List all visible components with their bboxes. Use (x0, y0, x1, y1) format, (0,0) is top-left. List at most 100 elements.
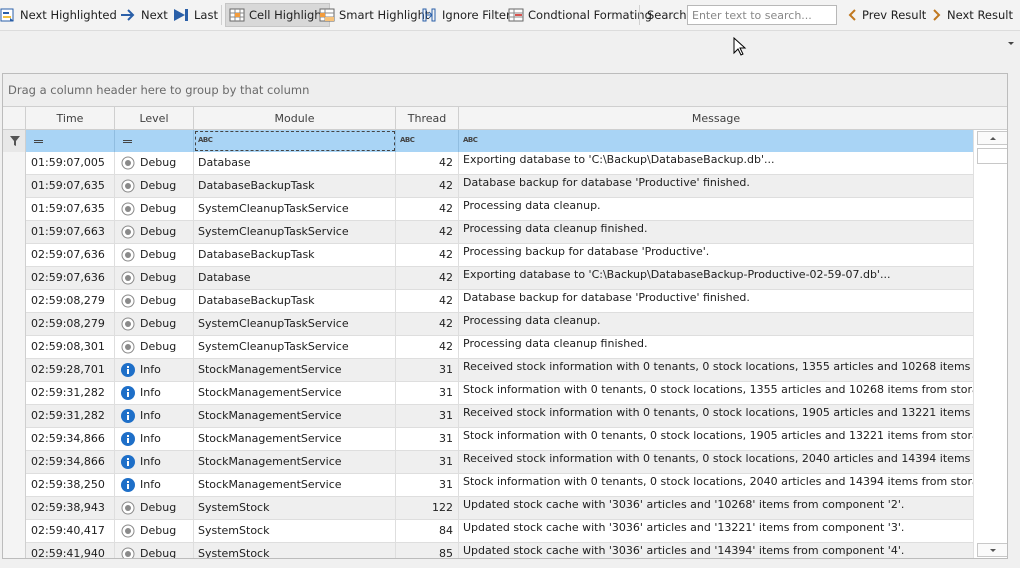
cell-module[interactable]: StockManagementService (194, 359, 396, 381)
table-row[interactable]: 01:59:07,005 Debug Database 42 Exporting dat… (26, 152, 973, 175)
cell-thread[interactable]: 42 (396, 152, 459, 174)
last-button[interactable]: Last (169, 3, 221, 27)
column-header-module[interactable]: Module (194, 107, 396, 130)
cell-time[interactable]: 02:59:08,279 (26, 313, 115, 335)
cell-level[interactable]: Debug (115, 267, 194, 289)
table-row[interactable]: 02:59:34,866 Info StockManagementService 31… (26, 451, 973, 474)
cell-message[interactable]: Processing data cleanup. (459, 313, 973, 335)
cell-time[interactable]: 02:59:41,940 (26, 543, 115, 558)
cell-time[interactable]: 02:59:34,866 (26, 451, 115, 473)
next-highlighted-button[interactable]: Next Highlighted (0, 3, 120, 27)
cell-level[interactable]: Debug (115, 175, 194, 197)
table-row[interactable]: 02:59:31,282 Info StockManagementService 31… (26, 382, 973, 405)
cell-module[interactable]: StockManagementService (194, 405, 396, 427)
cell-level[interactable]: Debug (115, 290, 194, 312)
cell-time[interactable]: 02:59:40,417 (26, 520, 115, 542)
table-row[interactable]: 01:59:07,635 Debug DatabaseBackupTask 42 Dat… (26, 175, 973, 198)
ignore-filter-button[interactable]: Ignore Filter (417, 3, 514, 27)
cell-module[interactable]: SystemCleanupTaskService (194, 336, 396, 358)
cell-thread[interactable]: 31 (396, 405, 459, 427)
cell-time[interactable]: 02:59:34,866 (26, 428, 115, 450)
conditional-formatting-button[interactable]: Condtional Formating (505, 3, 655, 27)
cell-thread[interactable]: 31 (396, 382, 459, 404)
cell-level[interactable]: Debug (115, 520, 194, 542)
cell-level[interactable]: Info (115, 474, 194, 496)
cell-time[interactable]: 02:59:07,636 (26, 267, 115, 289)
cell-level[interactable]: Debug (115, 497, 194, 519)
cell-time[interactable]: 01:59:07,005 (26, 152, 115, 174)
cell-module[interactable]: SystemCleanupTaskService (194, 313, 396, 335)
table-row[interactable]: 02:59:41,940 Debug SystemStock 85 Updated st… (26, 543, 973, 558)
cell-message[interactable]: Stock information with 0 tenants, 0 stoc… (459, 428, 973, 450)
cell-time[interactable]: 02:59:31,282 (26, 405, 115, 427)
table-row[interactable]: 02:59:40,417 Debug SystemStock 84 Updated st… (26, 520, 973, 543)
cell-module[interactable]: StockManagementService (194, 451, 396, 473)
table-row[interactable]: 01:59:07,635 Debug SystemCleanupTaskServic… (26, 198, 973, 221)
scroll-down-button[interactable] (977, 543, 1007, 557)
vertical-scrollbar[interactable] (973, 130, 1007, 558)
table-row[interactable]: 02:59:31,282 Info StockManagementService 31… (26, 405, 973, 428)
search-input[interactable] (687, 5, 837, 25)
cell-time[interactable]: 01:59:07,663 (26, 221, 115, 243)
cell-thread[interactable]: 42 (396, 244, 459, 266)
table-row[interactable]: 02:59:08,301 Debug SystemCleanupTaskServic… (26, 336, 973, 359)
filter-cell-time[interactable] (26, 130, 115, 152)
table-row[interactable]: 01:59:07,663 Debug SystemCleanupTaskServic… (26, 221, 973, 244)
column-header-thread[interactable]: Thread (396, 107, 459, 130)
table-row[interactable]: 02:59:08,279 Debug DatabaseBackupTask 42 Dat… (26, 290, 973, 313)
cell-message[interactable]: Exporting database to 'C:\Backup\Databas… (459, 152, 973, 174)
filter-cell-message[interactable]: ABC (459, 130, 973, 152)
cell-message[interactable]: Processing data cleanup finished. (459, 336, 973, 358)
cell-thread[interactable]: 42 (396, 290, 459, 312)
cell-level[interactable]: Debug (115, 543, 194, 558)
cell-message[interactable]: Stock information with 0 tenants, 0 stoc… (459, 474, 973, 496)
cell-module[interactable]: DatabaseBackupTask (194, 175, 396, 197)
cell-level[interactable]: Info (115, 405, 194, 427)
cell-module[interactable]: StockManagementService (194, 382, 396, 404)
cell-module[interactable]: Database (194, 267, 396, 289)
cell-level[interactable]: Debug (115, 313, 194, 335)
table-row[interactable]: 02:59:08,279 Debug SystemCleanupTaskServic… (26, 313, 973, 336)
cell-message[interactable]: Updated stock cache with '3036' articles… (459, 543, 973, 558)
cell-thread[interactable]: 84 (396, 520, 459, 542)
cell-message[interactable]: Database backup for database 'Productive… (459, 175, 973, 197)
next-button[interactable]: Next (116, 3, 171, 27)
cell-module[interactable]: DatabaseBackupTask (194, 290, 396, 312)
filter-cell-level[interactable] (115, 130, 194, 152)
cell-thread[interactable]: 31 (396, 474, 459, 496)
cell-message[interactable]: Updated stock cache with '3036' articles… (459, 520, 973, 542)
cell-time[interactable]: 02:59:08,279 (26, 290, 115, 312)
cell-level[interactable]: Info (115, 451, 194, 473)
cell-level[interactable]: Debug (115, 152, 194, 174)
table-row[interactable]: 02:59:07,636 Debug DatabaseBackupTask 42 Pro… (26, 244, 973, 267)
cell-message[interactable]: Stock information with 0 tenants, 0 stoc… (459, 382, 973, 404)
cell-thread[interactable]: 85 (396, 543, 459, 558)
cell-time[interactable]: 02:59:31,282 (26, 382, 115, 404)
filter-cell-module[interactable]: ABC (194, 130, 396, 152)
cell-time[interactable]: 01:59:07,635 (26, 175, 115, 197)
cell-thread[interactable]: 31 (396, 359, 459, 381)
scroll-up-button[interactable] (977, 131, 1007, 145)
cell-message[interactable]: Received stock information with 0 tenant… (459, 451, 973, 473)
cell-thread[interactable]: 42 (396, 336, 459, 358)
cell-thread[interactable]: 42 (396, 175, 459, 197)
table-row[interactable]: 02:59:34,866 Info StockManagementService 31… (26, 428, 973, 451)
chevron-down-icon[interactable] (1007, 41, 1015, 47)
smart-highlight-button[interactable]: Smart Highlight (316, 3, 432, 27)
cell-level[interactable]: Debug (115, 244, 194, 266)
cell-level[interactable]: Info (115, 428, 194, 450)
cell-level[interactable]: Debug (115, 198, 194, 220)
cell-time[interactable]: 01:59:07,635 (26, 198, 115, 220)
cell-message[interactable]: Database backup for database 'Productive… (459, 290, 973, 312)
prev-result-button[interactable]: Prev Result (843, 3, 929, 27)
cell-time[interactable]: 02:59:28,701 (26, 359, 115, 381)
cell-thread[interactable]: 42 (396, 221, 459, 243)
cell-thread[interactable]: 42 (396, 198, 459, 220)
cell-message[interactable]: Processing data cleanup finished. (459, 221, 973, 243)
cell-level[interactable]: Info (115, 359, 194, 381)
cell-level[interactable]: Info (115, 382, 194, 404)
table-row[interactable]: 02:59:28,701 Info StockManagementService 31… (26, 359, 973, 382)
cell-highlight-button[interactable]: Cell Highlight (225, 3, 331, 27)
cell-module[interactable]: SystemCleanupTaskService (194, 198, 396, 220)
cell-module[interactable]: DatabaseBackupTask (194, 244, 396, 266)
